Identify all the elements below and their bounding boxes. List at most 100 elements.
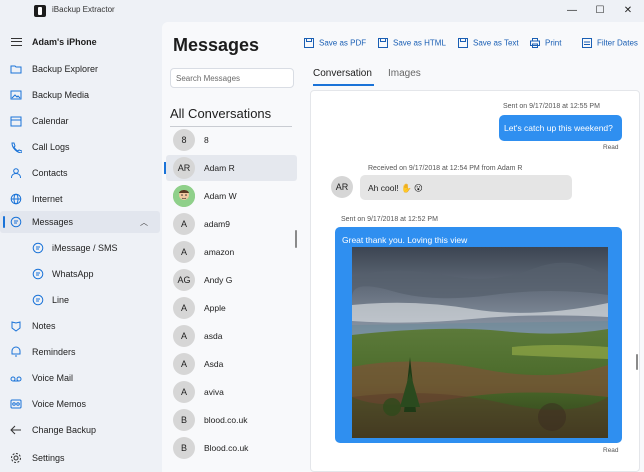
conversation-item[interactable]: AR Adam R — [164, 155, 297, 181]
globe-icon — [10, 193, 22, 205]
conversation-item[interactable]: A amazon — [166, 239, 297, 265]
sidebar-item-settings[interactable]: Settings — [0, 447, 160, 469]
chat-icon — [32, 294, 44, 306]
read-status: Read — [603, 447, 619, 454]
sidebar-item-label: WhatsApp — [52, 269, 94, 279]
back-arrow-icon — [10, 425, 21, 435]
menu-icon[interactable] — [11, 38, 22, 46]
person-avatar-icon — [173, 185, 195, 207]
chevron-up-icon[interactable]: ︿ — [140, 217, 148, 228]
conversation-item[interactable]: 8 8 — [166, 127, 297, 153]
page-title: Messages — [173, 35, 260, 55]
sidebar: Adam's iPhone Backup Explorer Backup Med… — [0, 22, 162, 472]
close-button[interactable]: ✕ — [614, 3, 642, 19]
sidebar-item-change-backup[interactable]: Change Backup — [0, 419, 160, 441]
maximize-button[interactable]: ☐ — [586, 3, 614, 19]
conversation-item[interactable]: B Blood.co.uk — [166, 435, 297, 461]
conversations-heading: All Conversations — [170, 106, 272, 121]
conversation-item[interactable]: A asda — [166, 323, 297, 349]
conversation-name: 8 — [204, 135, 209, 145]
app-logo-icon — [34, 5, 46, 17]
tab-images[interactable]: Images — [388, 68, 421, 79]
conversation-scrollbar[interactable] — [636, 354, 638, 370]
device-name: Adam's iPhone — [32, 37, 97, 47]
conversation-list: 8 8 AR Adam R Adam W A adam9 A amazon AG… — [162, 127, 302, 472]
conversation-name: amazon — [204, 247, 235, 257]
message-text: Great thank you. Loving this view — [342, 235, 468, 245]
sidebar-item-label: Settings — [32, 453, 65, 463]
message-photo[interactable] — [352, 247, 608, 438]
conversation-name: Adam W — [204, 191, 237, 201]
search-input[interactable]: Search Messages — [170, 68, 294, 88]
sidebar-item-label: Notes — [32, 321, 56, 331]
conversation-name: Asda — [204, 359, 224, 369]
sidebar-item-label: Internet — [32, 194, 63, 204]
sidebar-item-label: Backup Explorer — [32, 64, 99, 74]
message-meta: Sent on 9/17/2018 at 12:52 PM — [341, 216, 438, 223]
print-icon — [530, 38, 540, 48]
main-panel: Messages Save as PDF Save as HTML Save a… — [162, 22, 644, 472]
message-bubble-outgoing: Let's catch up this weekend? — [499, 115, 622, 141]
sidebar-item-calendar[interactable]: Calendar — [0, 110, 160, 132]
window-title: iBackup Extractor — [52, 5, 115, 14]
sidebar-item-voice-memos[interactable]: Voice Memos — [0, 393, 160, 415]
minimize-button[interactable]: — — [558, 3, 586, 19]
conversation-item[interactable]: A aviva — [166, 379, 297, 405]
print-button[interactable]: Print — [530, 38, 561, 50]
save-as-html-button[interactable]: Save as HTML — [378, 38, 446, 50]
tab-conversation[interactable]: Conversation — [313, 68, 372, 79]
sidebar-item-notes[interactable]: Notes — [0, 315, 160, 337]
avatar: 8 — [173, 129, 195, 151]
conversation-pane: Sent on 9/17/2018 at 12:55 PM Let's catc… — [310, 90, 640, 472]
sidebar-item-voice-mail[interactable]: Voice Mail — [0, 367, 160, 389]
filter-icon — [582, 38, 592, 48]
message-meta: Received on 9/17/2018 at 12:54 PM from A… — [368, 165, 523, 172]
conversation-item[interactable]: A Asda — [166, 351, 297, 377]
avatar: A — [173, 325, 195, 347]
landscape-photo — [352, 247, 608, 438]
sidebar-item-whatsapp[interactable]: WhatsApp — [0, 263, 160, 285]
sidebar-item-backup-explorer[interactable]: Backup Explorer — [0, 58, 160, 80]
conversation-item[interactable]: A Apple — [166, 295, 297, 321]
conversation-name: aviva — [204, 387, 224, 397]
avatar: A — [173, 381, 195, 403]
sidebar-item-label: Change Backup — [32, 425, 97, 435]
sidebar-item-call-logs[interactable]: Call Logs — [0, 136, 160, 158]
sidebar-item-imessage-sms[interactable]: iMessage / SMS — [0, 237, 160, 259]
voicememo-icon — [10, 399, 22, 409]
chat-icon — [32, 242, 44, 254]
calendar-icon — [10, 116, 22, 127]
conversation-item[interactable]: A adam9 — [166, 211, 297, 237]
sidebar-item-label: Calendar — [32, 116, 69, 126]
conversation-name: blood.co.uk — [204, 415, 248, 425]
chat-icon — [10, 216, 22, 228]
conversation-list-scrollbar[interactable] — [295, 230, 297, 248]
conversation-item[interactable]: Adam W — [166, 183, 297, 209]
sidebar-item-contacts[interactable]: Contacts — [0, 162, 160, 184]
conversation-name: adam9 — [204, 219, 230, 229]
voicemail-icon — [10, 376, 22, 382]
sidebar-item-internet[interactable]: Internet — [0, 188, 160, 210]
conversation-item[interactable]: AG Andy G — [166, 267, 297, 293]
reminder-icon — [11, 346, 21, 357]
save-icon — [458, 38, 468, 48]
sidebar-item-label: Messages — [32, 217, 74, 227]
sidebar-item-reminders[interactable]: Reminders — [0, 341, 160, 363]
phone-icon — [11, 142, 22, 153]
sidebar-item-backup-media[interactable]: Backup Media — [0, 84, 160, 106]
conversation-name: Blood.co.uk — [204, 443, 249, 453]
save-as-pdf-button[interactable]: Save as PDF — [304, 38, 366, 50]
conversation-name: Andy G — [204, 275, 233, 285]
avatar — [173, 185, 195, 207]
filter-dates-button[interactable]: Filter Dates — [582, 38, 638, 50]
avatar: B — [173, 409, 195, 431]
conversation-item[interactable]: B blood.co.uk — [166, 407, 297, 433]
avatar: A — [173, 213, 195, 235]
sidebar-header: Adam's iPhone — [0, 34, 162, 50]
image-icon — [10, 90, 22, 100]
sidebar-item-label: Voice Mail — [32, 373, 74, 383]
sidebar-item-messages[interactable]: Messages ︿ — [0, 211, 160, 233]
save-as-text-button[interactable]: Save as Text — [458, 38, 519, 50]
folder-icon — [10, 65, 22, 74]
sidebar-item-line[interactable]: Line — [0, 289, 160, 311]
